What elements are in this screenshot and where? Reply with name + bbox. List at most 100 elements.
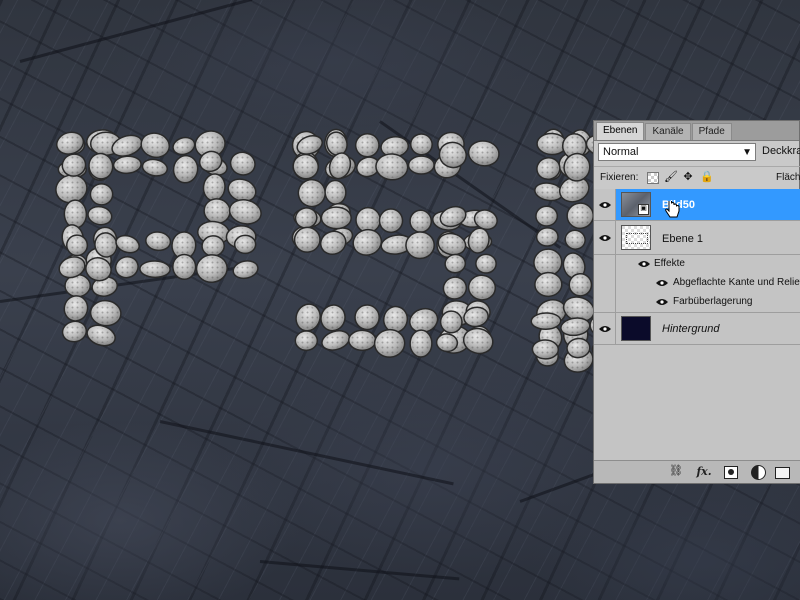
cobblestone-texture xyxy=(117,238,138,251)
layer-row-bild50[interactable]: ▣ Bild50 xyxy=(594,189,800,221)
cobblestone-texture xyxy=(438,335,456,350)
folder-icon[interactable] xyxy=(775,467,790,479)
cobblestone-texture xyxy=(445,279,465,297)
effect-bevel-emboss[interactable]: Abgeflachte Kante und Relief xyxy=(594,274,800,293)
cobblestone-texture xyxy=(331,154,349,177)
tab-kanaele[interactable]: Kanäle xyxy=(645,123,691,140)
cobblestone-texture xyxy=(96,234,115,256)
tab-ebenen[interactable]: Ebenen xyxy=(596,122,645,140)
blend-mode-select[interactable]: Normal ▼ xyxy=(598,143,756,161)
cobblestone-texture xyxy=(377,155,406,178)
lock-row: Fixieren: 🖌 ✥ 🔒 Fläch xyxy=(594,166,800,190)
panel-tabs: Ebenen Kanäle Pfade xyxy=(594,121,799,141)
cobblestone-texture xyxy=(141,262,169,276)
cobblestone-texture xyxy=(198,256,226,281)
effects-label: Effekte xyxy=(654,258,685,269)
cobblestone-texture xyxy=(470,277,494,298)
cobblestone-texture xyxy=(115,158,140,172)
layers-panel: Ebenen Kanäle Pfade Normal ▼ Deckkra Fix… xyxy=(593,120,800,484)
hand-cursor-icon xyxy=(665,201,680,218)
cobblestone-texture xyxy=(174,256,194,278)
lock-label: Fixieren: xyxy=(600,172,639,183)
cobblestone-texture xyxy=(204,237,223,255)
cobblestone-texture xyxy=(477,256,495,272)
cobblestone-texture xyxy=(67,276,89,295)
cobblestone-texture xyxy=(533,314,559,328)
cobblestone-texture xyxy=(447,256,464,271)
cobblestone-texture xyxy=(536,185,561,199)
cobblestone-texture xyxy=(381,210,401,231)
fx-icon[interactable]: fx. xyxy=(695,465,713,478)
visibility-toggle[interactable] xyxy=(594,189,616,220)
layer-thumbnail: ▣ xyxy=(621,192,651,217)
cobblestone-texture xyxy=(350,332,374,349)
layer-thumbnail xyxy=(621,225,651,250)
mask-icon[interactable] xyxy=(724,466,738,479)
cobblestone-texture xyxy=(92,185,111,203)
cobblestone-texture xyxy=(175,157,196,181)
transparency-lock-icon[interactable] xyxy=(647,172,659,184)
eye-icon xyxy=(599,202,611,208)
layer-name[interactable]: Ebene 1 xyxy=(662,233,703,245)
eye-icon[interactable] xyxy=(656,279,668,287)
cobblestone-texture xyxy=(567,232,584,248)
effect-color-overlay[interactable]: Farbüberlagerung xyxy=(594,293,800,313)
cobblestone-texture xyxy=(534,341,557,357)
cobblestone-texture xyxy=(229,181,255,199)
cobblestone-texture xyxy=(66,202,85,226)
brush-lock-icon[interactable]: 🖌 xyxy=(664,171,678,183)
effects-group[interactable]: Effekte xyxy=(594,255,800,274)
link-icon[interactable]: ⛓ xyxy=(667,465,685,478)
cobblestone-texture xyxy=(411,310,436,331)
cobblestone-texture xyxy=(174,139,193,153)
cobblestone-texture xyxy=(571,275,590,294)
eye-icon[interactable] xyxy=(656,298,668,306)
cobblestone-texture xyxy=(465,330,491,352)
blend-mode-value: Normal xyxy=(603,146,639,158)
eye-icon xyxy=(599,326,611,332)
cobblestone-texture xyxy=(476,212,496,228)
cobblestone-texture xyxy=(561,179,588,200)
cobblestone-texture xyxy=(569,340,588,356)
eye-icon[interactable] xyxy=(638,260,650,268)
effect-name: Abgeflachte Kante und Relief xyxy=(673,277,800,288)
cobblestone-texture xyxy=(441,144,465,166)
smart-object-icon: ▣ xyxy=(638,204,649,215)
cobblestone-texture xyxy=(539,135,565,153)
cobblestone-texture xyxy=(58,134,82,152)
cobblestone-texture xyxy=(144,161,166,174)
panel-bottom-toolbar: ⛓ fx. xyxy=(594,460,800,483)
layer-thumbnail xyxy=(621,316,651,341)
cobblestone-texture xyxy=(64,323,85,340)
opacity-label: Deckkra xyxy=(762,145,800,157)
cobblestone-texture xyxy=(322,233,344,253)
cobblestone-texture xyxy=(300,181,324,205)
cobblestone-texture xyxy=(357,209,379,231)
adjustment-icon[interactable] xyxy=(751,465,766,480)
text-shape-preview xyxy=(626,233,648,244)
cobblestone-texture xyxy=(440,235,464,253)
cobblestone-texture xyxy=(117,258,137,276)
cobblestone-texture xyxy=(328,134,345,154)
visibility-toggle[interactable] xyxy=(594,221,616,254)
cobblestone-texture xyxy=(113,138,141,154)
cobblestone-texture xyxy=(297,333,316,349)
cobblestone-texture xyxy=(538,229,557,245)
cobblestone-texture xyxy=(327,182,344,203)
cobblestone-texture xyxy=(60,259,84,276)
cobblestone-texture xyxy=(441,209,465,224)
layer-name[interactable]: Hintergrund xyxy=(662,323,719,335)
padlock-icon[interactable]: 🔒 xyxy=(700,171,714,183)
cobblestone-texture xyxy=(412,136,431,153)
visibility-toggle[interactable] xyxy=(594,313,616,344)
cobblestone-texture xyxy=(535,251,560,274)
cobblestone-texture xyxy=(383,138,407,155)
layers-list: ▣ Bild50 Ebene 1 Effekte Abgeflachte Kan… xyxy=(594,189,800,461)
layer-row-ebene1[interactable]: Ebene 1 xyxy=(594,221,800,255)
layer-row-hintergrund[interactable]: Hintergrund xyxy=(594,313,800,345)
eye-column xyxy=(594,274,616,293)
tab-pfade[interactable]: Pfade xyxy=(691,123,732,140)
cobblestone-texture xyxy=(91,155,111,177)
cobblestone-texture xyxy=(323,333,348,348)
move-lock-icon[interactable]: ✥ xyxy=(682,171,694,183)
